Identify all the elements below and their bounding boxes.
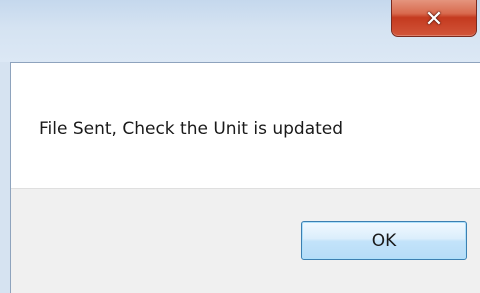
- message-text: File Sent, Check the Unit is updated: [39, 119, 344, 139]
- ok-button[interactable]: OK: [301, 221, 467, 260]
- title-bar: ✕: [0, 0, 480, 62]
- window-frame: [0, 62, 10, 293]
- dialog-body: File Sent, Check the Unit is updated OK: [10, 62, 480, 293]
- message-area: File Sent, Check the Unit is updated: [11, 63, 480, 189]
- close-icon: ✕: [424, 7, 444, 32]
- close-button[interactable]: ✕: [391, 0, 477, 37]
